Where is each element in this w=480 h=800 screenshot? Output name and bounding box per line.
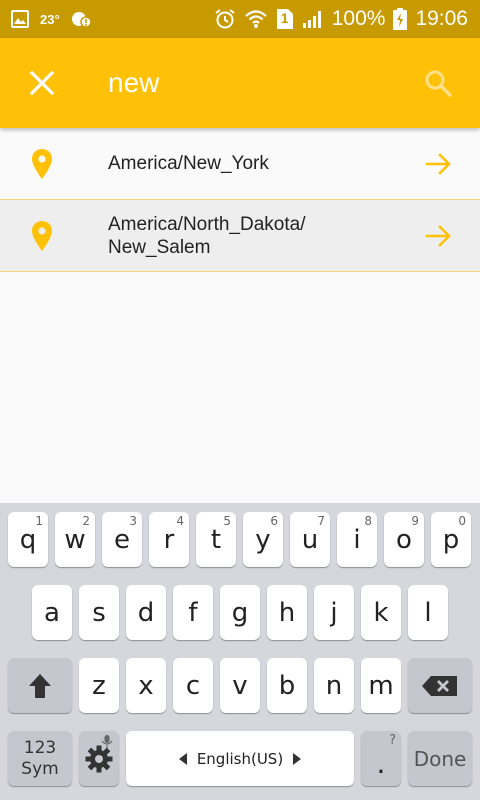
spacebar-language-key[interactable]: English(US) [126, 731, 354, 786]
key-hint: 8 [364, 514, 372, 528]
key-f[interactable]: f [173, 585, 213, 640]
key-d[interactable]: d [126, 585, 166, 640]
key-hint: 1 [35, 514, 43, 528]
sim-number: 1 [280, 10, 289, 26]
key-label: w [64, 524, 86, 555]
key-h[interactable]: h [267, 585, 307, 640]
period-label: . [376, 747, 386, 780]
close-button[interactable] [0, 38, 84, 128]
symbols-key[interactable]: 123 Sym [8, 731, 72, 786]
done-label: Done [413, 746, 467, 771]
key-hint: 4 [176, 514, 184, 528]
key-x[interactable]: x [126, 658, 166, 713]
key-w[interactable]: w2 [55, 512, 95, 567]
key-q[interactable]: q1 [8, 512, 48, 567]
symbols-key-label-2: Sym [21, 758, 59, 779]
key-z[interactable]: z [79, 658, 119, 713]
key-p[interactable]: p0 [431, 512, 471, 567]
triangle-right-icon [293, 752, 302, 765]
key-hint: 5 [223, 514, 231, 528]
period-key[interactable]: . ? [361, 731, 401, 786]
backspace-icon [422, 675, 457, 696]
key-hint: 6 [270, 514, 278, 528]
period-hint: ? [389, 733, 396, 748]
search-app-bar: new [0, 38, 480, 128]
key-j[interactable]: j [314, 585, 354, 640]
list-item[interactable]: America/New_York [0, 128, 480, 200]
key-label: e [114, 524, 130, 555]
key-m[interactable]: m [361, 658, 401, 713]
temperature-text: 23° [40, 11, 60, 27]
key-l[interactable]: l [408, 585, 448, 640]
search-icon [425, 70, 452, 97]
key-label: i [353, 524, 361, 555]
search-button[interactable] [396, 38, 480, 128]
settings-key[interactable] [79, 731, 119, 786]
arrow-right-icon[interactable] [396, 224, 480, 248]
sim-card-icon: 1 [276, 8, 294, 30]
key-hint: 7 [317, 514, 325, 528]
close-icon [29, 70, 55, 96]
key-label: q [19, 524, 37, 555]
shift-arrow-icon [29, 673, 51, 698]
triangle-left-icon [178, 752, 187, 765]
gallery-icon [10, 9, 30, 29]
location-pin-icon [0, 148, 84, 180]
key-label: o [396, 524, 412, 555]
location-pin-icon [0, 220, 84, 252]
key-label: t [210, 524, 222, 555]
battery-charging-icon [393, 8, 408, 30]
list-item[interactable]: America/North_Dakota/ New_Salem [0, 200, 480, 272]
key-k[interactable]: k [361, 585, 401, 640]
key-hint: 3 [129, 514, 137, 528]
key-hint: 9 [411, 514, 419, 528]
search-input[interactable]: new [84, 67, 396, 99]
key-g[interactable]: g [220, 585, 260, 640]
microphone-icon [101, 735, 113, 748]
alarm-icon [214, 8, 236, 30]
key-hint: 0 [458, 514, 466, 528]
key-s[interactable]: s [79, 585, 119, 640]
key-c[interactable]: c [173, 658, 213, 713]
backspace-key[interactable] [408, 658, 472, 713]
status-bar: 23° 1 100% 19:06 [0, 0, 480, 38]
key-hint: 2 [82, 514, 90, 528]
timezone-results-list: America/New_York America/North_Dakota/ N… [0, 128, 480, 272]
clock-time: 19:06 [415, 7, 468, 30]
key-y[interactable]: y6 [243, 512, 283, 567]
shift-key[interactable] [8, 658, 72, 713]
key-r[interactable]: r4 [149, 512, 189, 567]
wifi-icon [244, 9, 268, 29]
key-o[interactable]: o9 [384, 512, 424, 567]
key-t[interactable]: t5 [196, 512, 236, 567]
key-label: r [163, 524, 175, 555]
key-e[interactable]: e3 [102, 512, 142, 567]
key-a[interactable]: a [32, 585, 72, 640]
key-label: y [255, 524, 271, 555]
key-b[interactable]: b [267, 658, 307, 713]
symbols-key-label-1: 123 [23, 737, 57, 758]
signal-icon [302, 9, 324, 29]
arrow-right-icon[interactable] [396, 152, 480, 176]
key-u[interactable]: u7 [290, 512, 330, 567]
battery-percent: 100% [331, 7, 386, 30]
key-v[interactable]: v [220, 658, 260, 713]
done-button[interactable]: Done [408, 731, 472, 786]
key-i[interactable]: i8 [337, 512, 377, 567]
key-n[interactable]: n [314, 658, 354, 713]
list-item-label: America/North_Dakota/ New_Salem [108, 213, 306, 258]
list-item-label: America/New_York [108, 153, 269, 174]
weather-alert-icon [70, 9, 94, 29]
key-label: u [301, 524, 319, 555]
on-screen-keyboard: q1 w2 e3 r4 t5 y6 u7 i8 o9 p0 a s d f g … [0, 503, 480, 800]
language-label: English(US) [196, 749, 284, 768]
key-label: p [442, 524, 460, 555]
